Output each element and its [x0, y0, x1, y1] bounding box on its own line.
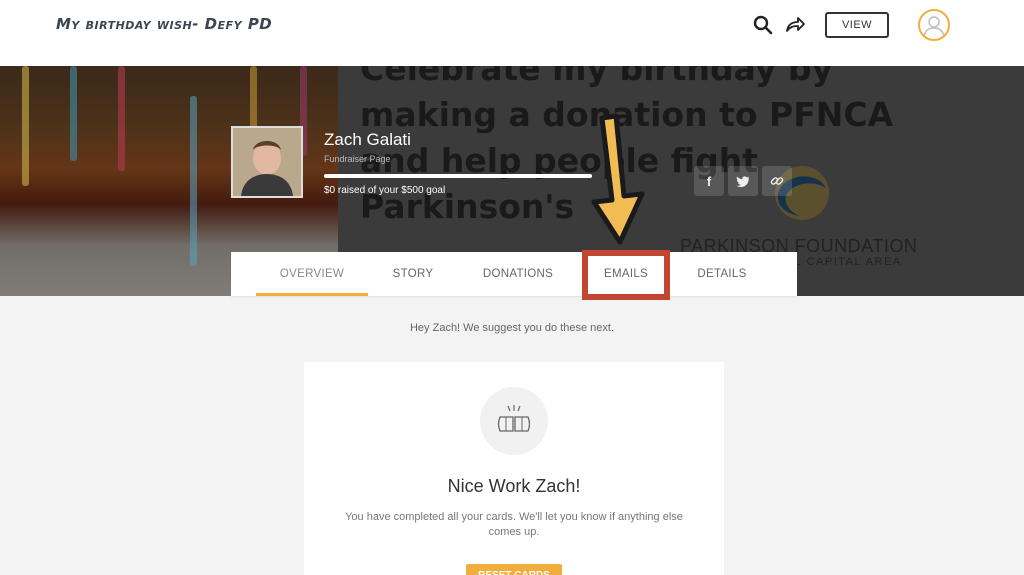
search-icon[interactable]	[752, 14, 774, 36]
facebook-share-button[interactable]: f	[694, 166, 724, 196]
tab-overview[interactable]: OVERVIEW	[256, 252, 368, 296]
top-navigation-bar: My birthday wish- Defy PD VIEW	[0, 0, 1024, 66]
candle-decoration	[22, 66, 29, 186]
tab-details[interactable]: DETAILS	[670, 252, 774, 296]
tab-story[interactable]: STORY	[368, 252, 458, 296]
link-icon	[770, 177, 784, 185]
page-title: My birthday wish- Defy PD	[56, 15, 273, 33]
fundraiser-type: Fundraiser Page	[324, 154, 391, 164]
raised-amount-text: $0 raised of your $500 goal	[324, 185, 446, 196]
facebook-icon: f	[706, 173, 712, 189]
user-avatar-icon[interactable]	[918, 9, 950, 41]
view-button[interactable]: VIEW	[825, 12, 889, 38]
task-card: Nice Work Zach! You have completed all y…	[304, 362, 724, 575]
twitter-share-button[interactable]	[728, 166, 758, 196]
page-tabs: OVERVIEW STORY DONATIONS EMAILS DETAILS	[231, 252, 797, 296]
org-subtitle: AL CAPITAL AREA	[786, 256, 902, 268]
emails-highlight-box	[582, 250, 670, 300]
reset-cards-button[interactable]: RESET CARDS	[466, 564, 562, 575]
progress-bar	[324, 174, 592, 178]
tab-donations[interactable]: DONATIONS	[458, 252, 578, 296]
twitter-icon	[736, 176, 750, 187]
copy-link-button[interactable]	[762, 166, 792, 196]
pointer-arrow-annotation	[591, 113, 645, 245]
candle-decoration	[118, 66, 125, 171]
card-title: Nice Work Zach!	[447, 476, 581, 496]
candle-decoration	[190, 96, 197, 266]
card-description: You have completed all your cards. We'll…	[345, 511, 683, 538]
fundraiser-name: Zach Galati	[324, 130, 411, 149]
avatar	[231, 126, 303, 198]
share-arrow-icon[interactable]	[784, 14, 806, 36]
fist-bump-icon	[480, 387, 548, 455]
candle-decoration	[70, 66, 77, 161]
suggestion-text: Hey Zach! We suggest you do these next.	[409, 322, 615, 334]
